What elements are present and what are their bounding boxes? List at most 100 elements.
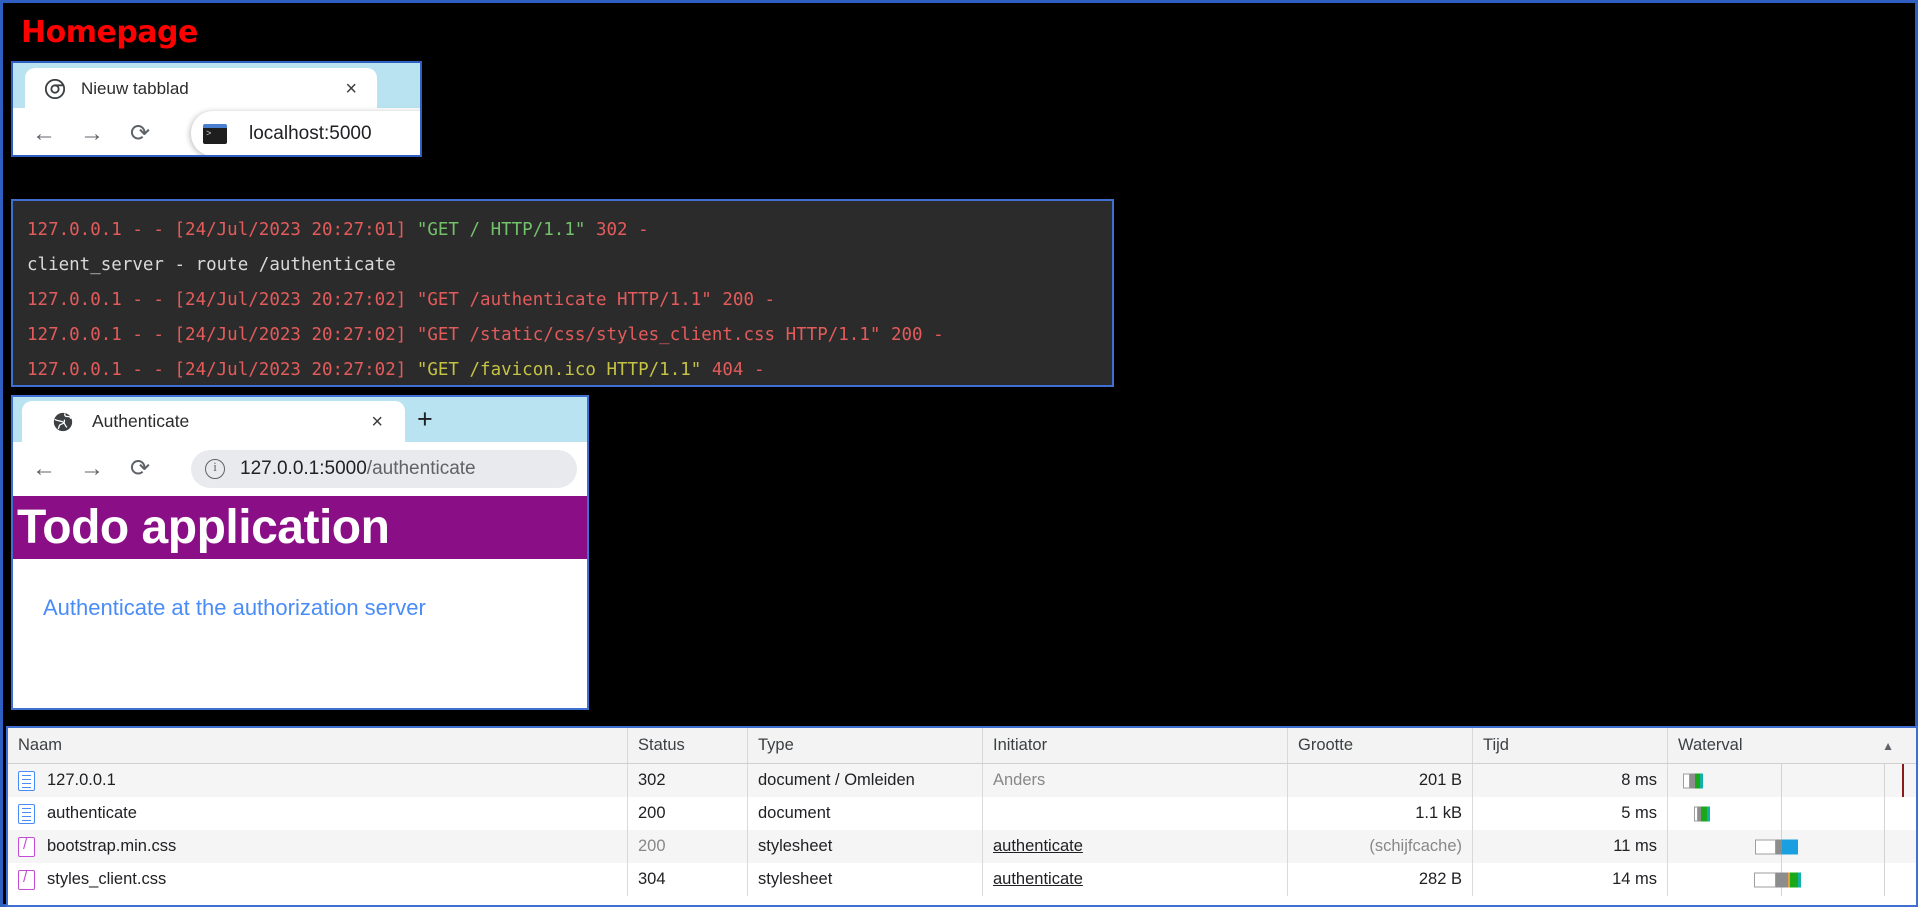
address-bar-url: localhost:5000 [249,122,372,144]
initiator-value: Anders [993,771,1046,789]
waterfall-bar [1755,839,1798,854]
tab-close-icon[interactable]: × [371,412,383,432]
browser-tab-nieuw-tabblad[interactable]: Nieuw tabblad × [25,68,377,109]
tab-strip: Authenticate × + [13,397,587,442]
reload-icon[interactable]: ⟳ [123,452,157,486]
tab-title: Nieuw tabblad [81,78,189,98]
browser-toolbar: ← → ⟳ localhost:5000 [13,108,420,155]
tab-close-icon[interactable]: × [345,79,357,99]
address-bar-url: 127.0.0.1:5000/authenticate [240,458,476,480]
column-header-waterval[interactable]: Waterval ▲ [1668,728,1916,763]
initiator-cell: Anders [983,764,1288,797]
page-banner: Todo application [13,496,587,559]
time-cell: 8 ms [1473,764,1668,797]
size-cell: 1.1 kB [1288,797,1473,830]
forward-icon[interactable]: → [75,117,109,151]
size-cell: 201 B [1288,764,1473,797]
page-content: Authenticate at the authorization server [13,559,587,708]
request-name-cell[interactable]: authenticate [8,797,628,830]
initiator-link[interactable]: authenticate [993,837,1083,856]
address-bar[interactable]: 127.0.0.1:5000/authenticate [191,450,577,488]
globe-icon [53,412,73,431]
waterfall-bar [1754,872,1801,887]
waterfall-track [1678,863,1906,896]
size-cell: (schijfcache) [1288,830,1473,863]
status-cell: 304 [628,863,748,896]
status-cell: 302 [628,764,748,797]
type-cell: document [748,797,983,830]
request-name-cell[interactable]: 127.0.0.1 [8,764,628,797]
table-row[interactable]: 127.0.0.1 302 document / Omleiden Anders… [8,764,1916,797]
type-cell: stylesheet [748,863,983,896]
table-row[interactable]: styles_client.css 304 stylesheet authent… [8,863,1916,896]
browser-tab-authenticate[interactable]: Authenticate × [22,401,405,442]
column-header-initiator[interactable]: Initiator [983,728,1288,763]
status-value: 200 [638,837,666,855]
chrome-logo-icon [45,78,65,99]
waterfall-bar [1683,773,1703,788]
waterfall-cell [1668,863,1916,896]
initiator-cell [983,797,1288,830]
initiator-cell[interactable]: authenticate [983,830,1288,863]
screenshot-root: Homepage Nieuw tabblad × ← → ⟳ localhost… [0,0,1918,907]
column-header-naam[interactable]: Naam [8,728,628,763]
info-circle-icon[interactable] [205,459,225,479]
status-cell: 200 [628,797,748,830]
waterfall-bar [1694,806,1710,821]
log-line: 127.0.0.1 - - [24/Jul/2023 20:27:02] "GE… [27,290,776,310]
sort-ascending-icon[interactable]: ▲ [1882,739,1894,753]
address-bar-host: 127.0.0.1:5000 [240,458,367,479]
log-line: 127.0.0.1 - - [24/Jul/2023 20:27:01] "GE… [27,220,649,240]
request-name: styles_client.css [47,870,167,888]
back-icon[interactable]: ← [27,452,61,486]
network-table-header: Naam Status Type Initiator Grootte Tijd … [8,728,1916,764]
document-icon [18,803,35,824]
type-cell: stylesheet [748,830,983,863]
request-name: 127.0.0.1 [47,771,116,789]
waterfall-track [1678,797,1906,830]
page-title: Homepage [21,15,198,50]
size-value: (schijfcache) [1369,837,1462,855]
waterfall-cell [1668,764,1916,797]
time-cell: 14 ms [1473,863,1668,896]
request-name: authenticate [47,804,137,822]
address-bar[interactable]: localhost:5000 [191,111,420,155]
log-line: 127.0.0.1 - - [24/Jul/2023 20:27:02] "GE… [27,325,944,345]
time-cell: 5 ms [1473,797,1668,830]
time-cell: 11 ms [1473,830,1668,863]
column-header-status[interactable]: Status [628,728,748,763]
request-name-cell[interactable]: bootstrap.min.css [8,830,628,863]
waterfall-cell [1668,797,1916,830]
log-line: client_server - route /authenticate [27,255,396,275]
request-name-cell[interactable]: styles_client.css [8,863,628,896]
reload-icon[interactable]: ⟳ [123,117,157,151]
type-cell: document / Omleiden [748,764,983,797]
new-tab-button[interactable]: + [417,406,433,433]
initiator-link[interactable]: authenticate [993,870,1083,889]
waterfall-cell [1668,830,1916,863]
devtools-network-panel: Naam Status Type Initiator Grootte Tijd … [6,726,1918,907]
stylesheet-icon [18,869,35,890]
column-header-waterval-label: Waterval [1678,736,1743,754]
back-icon[interactable]: ← [27,117,61,151]
table-row[interactable]: authenticate 200 document 1.1 kB 5 ms [8,797,1916,830]
request-name: bootstrap.min.css [47,837,177,855]
column-header-type[interactable]: Type [748,728,983,763]
initiator-cell[interactable]: authenticate [983,863,1288,896]
waterfall-track [1678,830,1906,863]
authenticate-link[interactable]: Authenticate at the authorization server [43,595,426,620]
banner-title: Todo application [17,501,390,554]
column-header-grootte[interactable]: Grootte [1288,728,1473,763]
tab-title: Authenticate [92,411,190,431]
server-log-terminal: 127.0.0.1 - - [24/Jul/2023 20:27:01] "GE… [11,199,1114,387]
column-header-tijd[interactable]: Tijd [1473,728,1668,763]
status-cell: 200 [628,830,748,863]
document-icon [18,770,35,791]
waterfall-track [1678,764,1906,797]
forward-icon[interactable]: → [75,452,109,486]
table-row[interactable]: bootstrap.min.css 200 stylesheet authent… [8,830,1916,863]
terminal-icon [203,123,227,144]
address-bar-path: /authenticate [366,458,476,479]
chrome-window-newtab: Nieuw tabblad × ← → ⟳ localhost:5000 [11,61,422,157]
size-cell: 282 B [1288,863,1473,896]
